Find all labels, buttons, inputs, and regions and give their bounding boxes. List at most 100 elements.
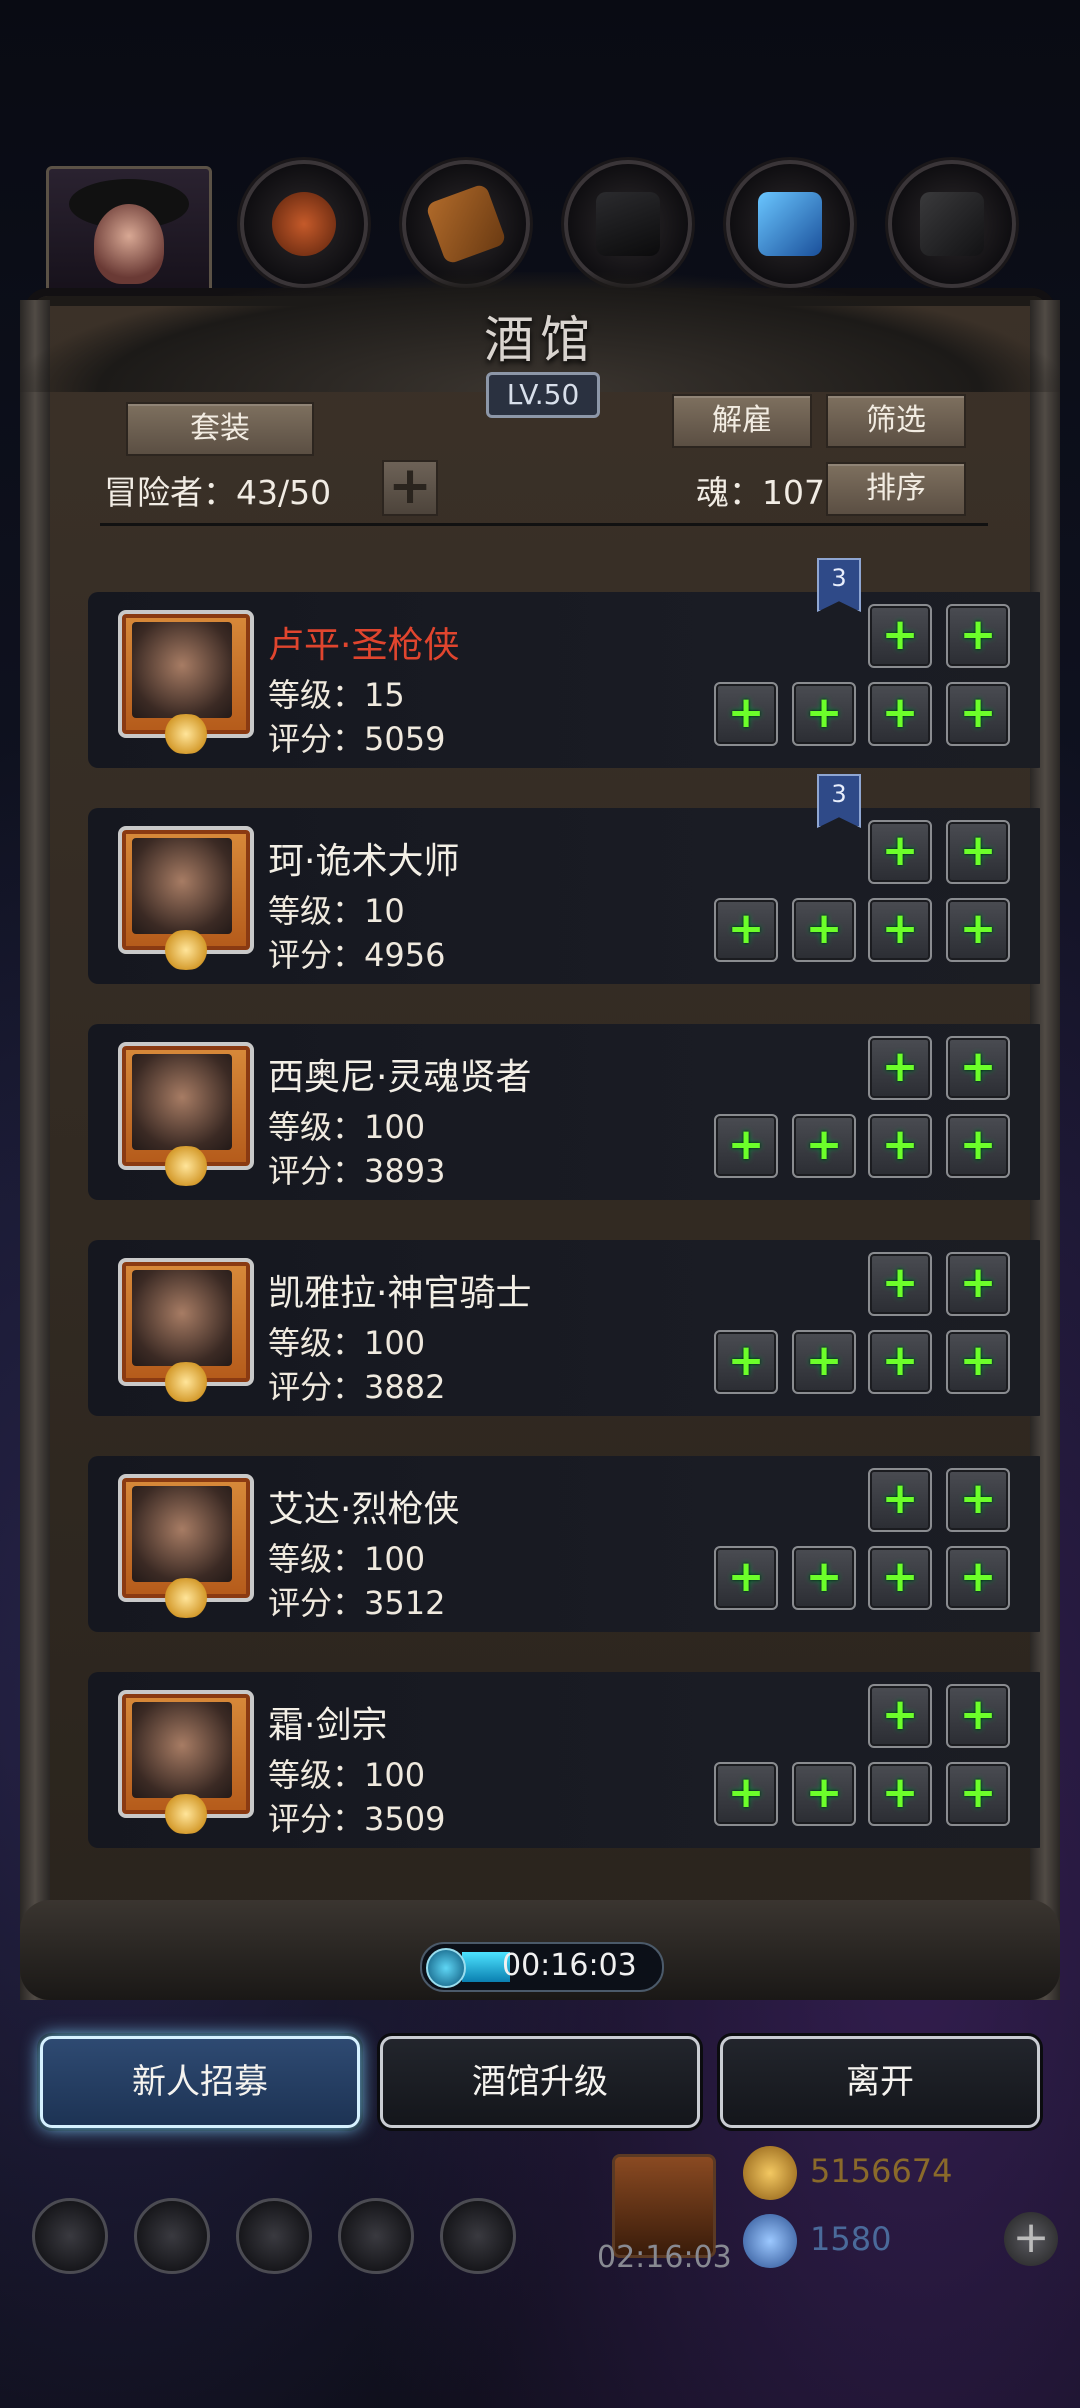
equip-slot-button[interactable]: + xyxy=(868,820,932,884)
add-equipment-icon: + xyxy=(959,903,997,954)
hero-portrait[interactable] xyxy=(118,610,254,754)
hero-card[interactable]: 霜·剑宗 等级：100 评分：3509 + + + + + + xyxy=(88,1672,1040,1848)
add-equipment-icon: + xyxy=(727,1767,765,1818)
sort-button[interactable]: 排序 xyxy=(826,462,966,516)
equip-slot-button[interactable]: + xyxy=(714,1114,778,1178)
tavern-upgrade-button[interactable]: 酒馆升级 xyxy=(380,2036,700,2128)
hero-level: 等级：100 xyxy=(268,1108,426,1146)
hero-level: 等级：100 xyxy=(268,1324,426,1362)
dismiss-button[interactable]: 解雇 xyxy=(672,394,812,448)
add-equipment-icon: + xyxy=(805,1551,843,1602)
equip-slot-button[interactable]: + xyxy=(792,682,856,746)
equip-slot-button[interactable]: + xyxy=(946,1114,1010,1178)
hero-card[interactable]: 西奥尼·灵魂贤者 等级：100 评分：3893 + + + + + + xyxy=(88,1024,1040,1200)
equip-slot-button[interactable]: + xyxy=(714,1330,778,1394)
add-equipment-icon: + xyxy=(959,1689,997,1740)
meat-resource[interactable] xyxy=(240,160,368,288)
hero-card[interactable]: 卢平·圣枪侠 等级：15 评分：5059 + + + + + + xyxy=(88,592,1040,768)
hero-score: 评分：3509 xyxy=(268,1800,446,1838)
equip-slot-button[interactable]: + xyxy=(714,1546,778,1610)
hero-portrait-image xyxy=(132,1486,232,1582)
equip-slot-button[interactable]: + xyxy=(868,1762,932,1826)
equip-slot-button[interactable]: + xyxy=(946,604,1010,668)
hero-portrait[interactable] xyxy=(118,1258,254,1402)
equip-slot-button[interactable]: + xyxy=(946,820,1010,884)
equip-slot-button[interactable]: + xyxy=(946,682,1010,746)
equip-slot-button[interactable]: + xyxy=(792,1546,856,1610)
hero-card[interactable]: 艾达·烈枪侠 等级：100 评分：3512 + + + + + + xyxy=(88,1456,1040,1632)
equip-slot-button[interactable]: + xyxy=(868,1036,932,1100)
mail-icon[interactable] xyxy=(338,2198,414,2274)
hero-portrait[interactable] xyxy=(118,826,254,970)
hero-portrait[interactable] xyxy=(118,1474,254,1618)
achievement-icon[interactable] xyxy=(134,2198,210,2274)
equip-slot-button[interactable]: + xyxy=(946,1330,1010,1394)
equip-slot-button[interactable]: + xyxy=(868,1546,932,1610)
equip-slot-button[interactable]: + xyxy=(792,1330,856,1394)
equip-slot-button[interactable]: + xyxy=(946,1036,1010,1100)
hero-score: 评分：3882 xyxy=(268,1368,446,1406)
hero-portrait-image xyxy=(132,1054,232,1150)
meat-icon xyxy=(272,192,336,256)
hero-list[interactable]: 卢平·圣枪侠 等级：15 评分：5059 + + + + + +3 珂·诡术大师 等级：10 评分：4… xyxy=(40,530,1040,1915)
add-equipment-icon: + xyxy=(805,1119,843,1170)
equip-slot-button[interactable]: + xyxy=(868,1468,932,1532)
add-equipment-icon: + xyxy=(959,1041,997,1092)
add-equipment-icon: + xyxy=(959,1119,997,1170)
equip-slot-button[interactable]: + xyxy=(946,1684,1010,1748)
equip-slot-button[interactable]: + xyxy=(868,1114,932,1178)
hero-score: 评分：5059 xyxy=(268,720,446,758)
gold-amount: 5156674 xyxy=(810,2152,953,2190)
gem-amount: 1580 xyxy=(810,2220,892,2258)
settings-icon[interactable] xyxy=(32,2198,108,2274)
equip-slot-button[interactable]: + xyxy=(946,1468,1010,1532)
add-equipment-icon: + xyxy=(881,1767,919,1818)
equip-slot-button[interactable]: + xyxy=(868,898,932,962)
wood-icon xyxy=(424,182,508,266)
equip-slot-button[interactable]: + xyxy=(792,1114,856,1178)
equip-slot-button[interactable]: + xyxy=(714,1762,778,1826)
leave-button[interactable]: 离开 xyxy=(720,2036,1040,2128)
set-button[interactable]: 套装 xyxy=(126,402,314,456)
hero-portrait-image xyxy=(132,838,232,934)
recruit-button[interactable]: 新人招募 xyxy=(40,2036,360,2128)
add-equipment-icon: + xyxy=(805,903,843,954)
cube-icon[interactable] xyxy=(440,2198,516,2274)
add-equipment-icon: + xyxy=(881,1473,919,1524)
hero-score: 评分：3512 xyxy=(268,1584,446,1622)
add-currency-button[interactable]: + xyxy=(1004,2212,1058,2266)
equip-slot-button[interactable]: + xyxy=(868,1252,932,1316)
wood-resource[interactable] xyxy=(402,160,530,288)
hero-name: 卢平·圣枪侠 xyxy=(268,625,460,666)
expand-capacity-button[interactable]: + xyxy=(382,460,438,516)
equip-slot-button[interactable]: + xyxy=(946,1546,1010,1610)
iron-resource[interactable] xyxy=(564,160,692,288)
stone-resource[interactable] xyxy=(888,160,1016,288)
hero-portrait[interactable] xyxy=(118,1042,254,1186)
equip-slot-button[interactable]: + xyxy=(946,1762,1010,1826)
equip-slot-button[interactable]: + xyxy=(868,1684,932,1748)
equip-slot-button[interactable]: + xyxy=(714,682,778,746)
equip-slot-button[interactable]: + xyxy=(714,898,778,962)
equip-slot-button[interactable]: + xyxy=(868,682,932,746)
add-equipment-icon: + xyxy=(727,1551,765,1602)
equip-slot-button[interactable]: + xyxy=(792,898,856,962)
equip-slot-button[interactable]: + xyxy=(868,1330,932,1394)
add-equipment-icon: + xyxy=(959,825,997,876)
gem-icon xyxy=(743,2214,797,2268)
equip-slot-button[interactable]: + xyxy=(792,1762,856,1826)
rank-badge-icon xyxy=(158,1362,214,1402)
crystal-resource[interactable] xyxy=(726,160,854,288)
inventory-icon[interactable] xyxy=(236,2198,312,2274)
hero-level: 等级：10 xyxy=(268,892,405,930)
equip-slot-button[interactable]: + xyxy=(868,604,932,668)
filter-button[interactable]: 筛选 xyxy=(826,394,966,448)
equip-slot-button[interactable]: + xyxy=(946,1252,1010,1316)
rank-badge-icon xyxy=(158,930,214,970)
equip-slot-button[interactable]: + xyxy=(946,898,1010,962)
hero-portrait[interactable] xyxy=(118,1690,254,1834)
hero-level: 等级：100 xyxy=(268,1540,426,1578)
hero-card[interactable]: 凯雅拉·神官骑士 等级：100 评分：3882 + + + + + + xyxy=(88,1240,1040,1416)
hero-card[interactable]: 珂·诡术大师 等级：10 评分：4956 + + + + + + xyxy=(88,808,1040,984)
add-equipment-icon: + xyxy=(727,1119,765,1170)
